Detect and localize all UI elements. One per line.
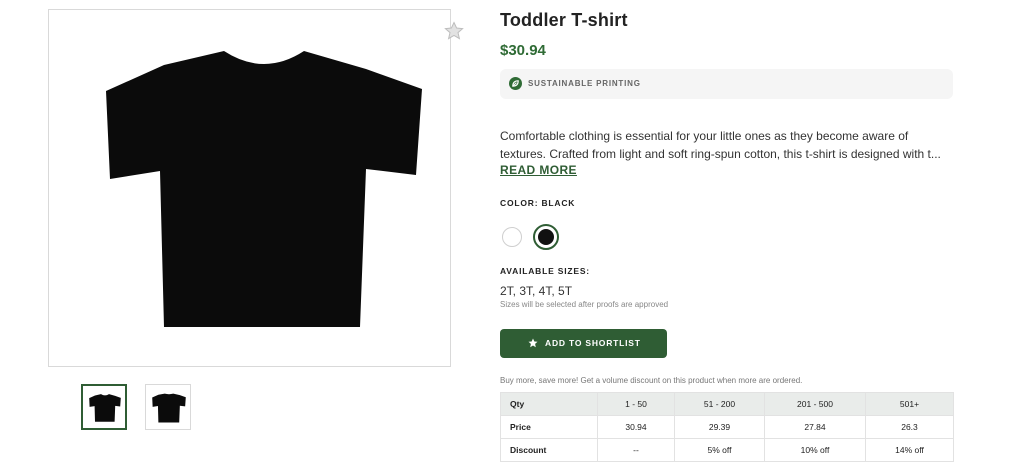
table-header-cell: Qty bbox=[500, 392, 598, 416]
table-cell: Price bbox=[500, 415, 598, 439]
badge-label: SUSTAINABLE PRINTING bbox=[528, 79, 641, 88]
sizes-label: AVAILABLE SIZES: bbox=[500, 266, 590, 276]
color-swatch-white[interactable] bbox=[502, 227, 522, 247]
table-header-cell: 201 - 500 bbox=[764, 392, 866, 416]
favorite-star-icon[interactable] bbox=[444, 21, 464, 41]
product-price: $30.94 bbox=[500, 42, 546, 59]
table-cell: -- bbox=[597, 438, 675, 462]
table-cell: 27.84 bbox=[764, 415, 866, 439]
sustainable-badge: SUSTAINABLE PRINTING bbox=[500, 69, 953, 99]
table-header-row: Qty 1 - 50 51 - 200 201 - 500 501+ bbox=[500, 392, 954, 416]
description-line: Comfortable clothing is essential for yo… bbox=[500, 129, 909, 143]
add-to-shortlist-button[interactable]: ADD TO SHORTLIST bbox=[500, 329, 667, 358]
color-swatch-black[interactable] bbox=[533, 224, 559, 250]
description-line: textures. Crafted from light and soft ri… bbox=[500, 147, 941, 161]
shortlist-button-label: ADD TO SHORTLIST bbox=[545, 338, 641, 348]
tshirt-thumbnail-image bbox=[152, 393, 186, 423]
table-row: Discount -- 5% off 10% off 14% off bbox=[500, 438, 954, 462]
table-cell: 29.39 bbox=[674, 415, 765, 439]
volume-price-table: Qty 1 - 50 51 - 200 201 - 500 501+ Price… bbox=[500, 392, 954, 462]
table-header-cell: 51 - 200 bbox=[674, 392, 765, 416]
table-cell: 14% off bbox=[865, 438, 954, 462]
table-cell: Discount bbox=[500, 438, 598, 462]
product-description: Comfortable clothing is essential for yo… bbox=[500, 127, 955, 163]
read-more-link[interactable]: READ MORE bbox=[500, 163, 577, 177]
table-header-cell: 501+ bbox=[865, 392, 954, 416]
table-header-cell: 1 - 50 bbox=[597, 392, 675, 416]
leaf-icon bbox=[509, 77, 522, 90]
table-cell: 30.94 bbox=[597, 415, 675, 439]
table-cell: 10% off bbox=[764, 438, 866, 462]
thumbnail-back[interactable] bbox=[145, 384, 191, 430]
star-icon bbox=[528, 338, 538, 348]
tshirt-thumbnail-image bbox=[89, 394, 121, 422]
tshirt-image bbox=[106, 51, 422, 327]
table-cell: 26.3 bbox=[865, 415, 954, 439]
color-label: COLOR: BLACK bbox=[500, 198, 576, 208]
sizes-value: 2T, 3T, 4T, 5T bbox=[500, 284, 573, 298]
swatch-fill bbox=[538, 229, 554, 245]
product-main-image bbox=[48, 9, 464, 367]
thumbnail-front[interactable] bbox=[81, 384, 127, 430]
volume-discount-note: Buy more, save more! Get a volume discou… bbox=[500, 376, 803, 385]
table-row: Price 30.94 29.39 27.84 26.3 bbox=[500, 415, 954, 439]
product-title: Toddler T-shirt bbox=[500, 10, 628, 30]
table-cell: 5% off bbox=[674, 438, 765, 462]
sizes-note: Sizes will be selected after proofs are … bbox=[500, 300, 669, 309]
